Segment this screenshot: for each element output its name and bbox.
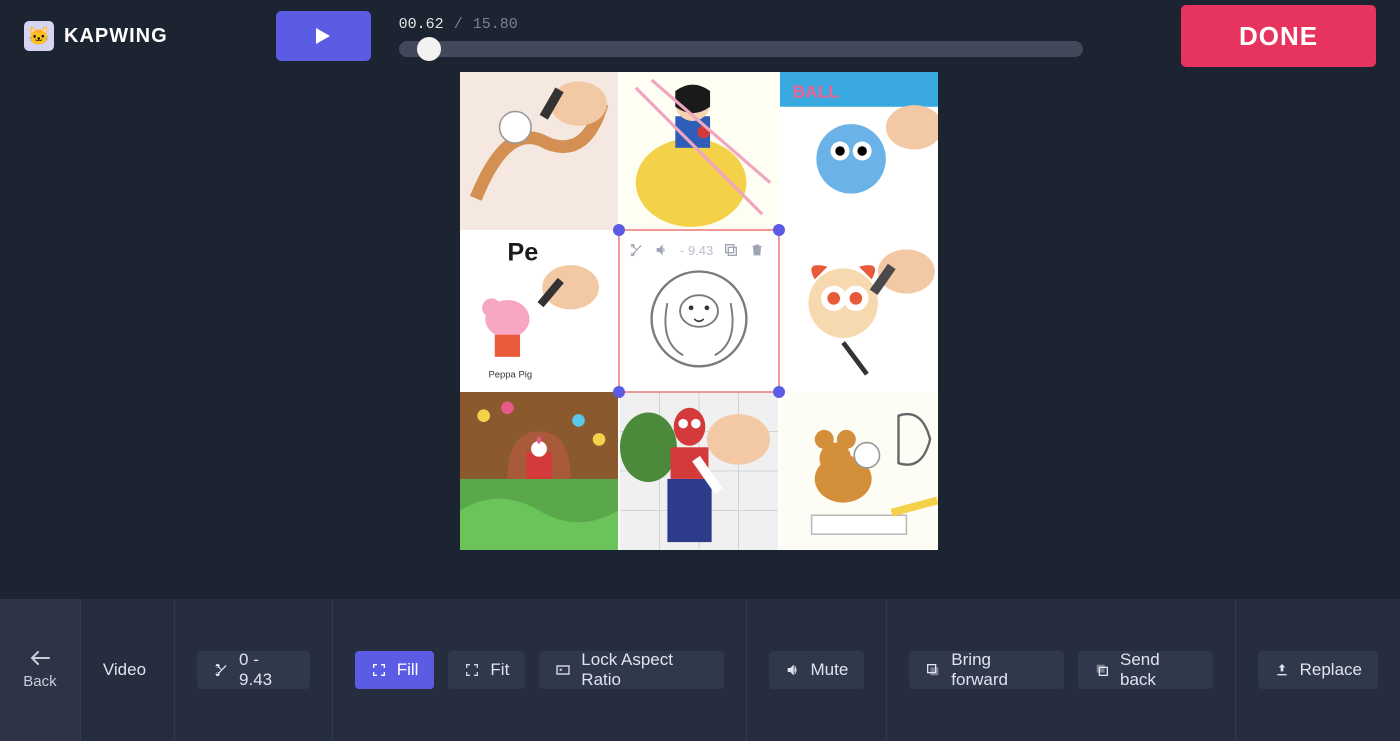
done-button[interactable]: DONE: [1181, 5, 1376, 67]
trash-icon[interactable]: [749, 242, 765, 258]
thumbnail-image: BALL: [780, 72, 938, 230]
speaker-icon[interactable]: [654, 242, 670, 258]
fit-label: Fit: [490, 660, 509, 680]
section-trim: 0 - 9.43: [174, 599, 332, 741]
send-back-label: Send back: [1120, 650, 1197, 690]
grid-cell-3[interactable]: Pe Peppa Pig: [460, 232, 618, 390]
play-icon: [316, 28, 330, 44]
play-button[interactable]: [276, 11, 371, 61]
svg-text:BALL: BALL: [793, 81, 840, 101]
time-display: 00.62 / 15.80: [399, 16, 1163, 33]
scissors-icon: [213, 662, 229, 678]
lock-aspect-button[interactable]: Lock Aspect Ratio: [539, 651, 723, 689]
timeline-scrubber[interactable]: [399, 41, 1083, 57]
bring-forward-button[interactable]: Bring forward: [909, 651, 1064, 689]
canvas-grid[interactable]: BALL Pe Peppa Pig: [460, 72, 938, 550]
thumbnail-image: [460, 392, 618, 550]
mute-label: Mute: [811, 660, 849, 680]
lock-aspect-label: Lock Aspect Ratio: [581, 650, 707, 690]
logo: 🐱 KAPWING: [24, 21, 168, 51]
send-back-button[interactable]: Send back: [1078, 651, 1213, 689]
time-current: 00.62: [399, 16, 444, 33]
cell-range-text: - 9.43: [680, 243, 713, 258]
trim-button[interactable]: 0 - 9.43: [197, 651, 310, 689]
thumbnail-image: [620, 72, 778, 230]
grid-cell-7[interactable]: [620, 392, 778, 550]
trim-range-text: 0 - 9.43: [239, 650, 294, 690]
contract-icon: [464, 662, 480, 678]
svg-text:Pe: Pe: [507, 238, 538, 266]
bottom-toolbar: Back Video 0 - 9.43 Fill Fit: [0, 599, 1400, 741]
thumbnail-image: [620, 392, 778, 550]
grid-cell-1[interactable]: [620, 72, 778, 230]
section-replace: Replace: [1235, 599, 1400, 741]
mute-button[interactable]: Mute: [769, 651, 865, 689]
thumbnail-image: [460, 72, 618, 230]
section-audio: Mute: [746, 599, 887, 741]
section-label: Video: [103, 660, 146, 680]
section-layer: Bring forward Send back: [886, 599, 1234, 741]
bring-forward-icon: [925, 662, 941, 678]
copy-icon[interactable]: [723, 242, 739, 258]
grid-cell-0[interactable]: [460, 72, 618, 230]
thumbnail-image: [780, 232, 938, 390]
section-fit: Fill Fit Lock Aspect Ratio: [332, 599, 746, 741]
grid-cell-6[interactable]: [460, 392, 618, 550]
time-separator: /: [454, 16, 463, 33]
logo-icon: 🐱: [24, 21, 54, 51]
arrow-left-icon: [30, 651, 50, 665]
grid-cell-8[interactable]: [780, 392, 938, 550]
fit-button[interactable]: Fit: [448, 651, 525, 689]
back-button[interactable]: Back: [0, 599, 80, 741]
back-label: Back: [23, 673, 56, 690]
expand-icon: [371, 662, 387, 678]
speaker-icon: [785, 662, 801, 678]
fill-button[interactable]: Fill: [355, 651, 435, 689]
replace-button[interactable]: Replace: [1258, 651, 1378, 689]
grid-cell-2[interactable]: BALL: [780, 72, 938, 230]
time-duration: 15.80: [473, 16, 518, 33]
replace-label: Replace: [1300, 660, 1362, 680]
svg-text:Peppa Pig: Peppa Pig: [488, 369, 532, 380]
send-back-icon: [1094, 662, 1110, 678]
section-video: Video: [80, 599, 174, 741]
thumbnail-image: Pe Peppa Pig: [460, 232, 618, 390]
cell-toolbar: - 9.43: [628, 242, 765, 258]
grid-cell-5[interactable]: [780, 232, 938, 390]
logo-text: KAPWING: [64, 25, 168, 48]
scissors-icon[interactable]: [628, 242, 644, 258]
bring-forward-label: Bring forward: [951, 650, 1048, 690]
header: 🐱 KAPWING 00.62 / 15.80 DONE: [0, 0, 1400, 72]
aspect-ratio-icon: [555, 662, 571, 678]
fill-label: Fill: [397, 660, 419, 680]
upload-icon: [1274, 662, 1290, 678]
timeline-area: 00.62 / 15.80: [399, 16, 1163, 57]
timeline-thumb[interactable]: [417, 37, 441, 61]
thumbnail-image: [780, 392, 938, 550]
